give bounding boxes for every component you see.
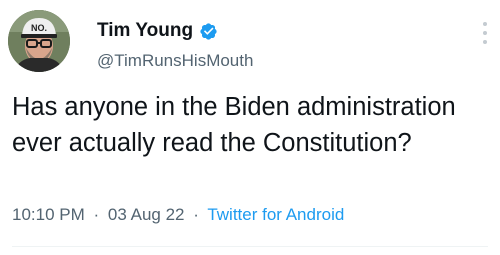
avatar[interactable]: NO.	[8, 10, 70, 72]
tweet-date[interactable]: 03 Aug 22	[108, 205, 185, 224]
author-display-name[interactable]: Tim Young	[97, 20, 193, 42]
avatar-cap-text: NO.	[31, 23, 47, 33]
tweet-text: Has anyone in the Biden administration e…	[12, 93, 456, 157]
more-dot	[483, 22, 487, 26]
tweet-source-link[interactable]: Twitter for Android	[207, 205, 344, 224]
more-options-icon[interactable]	[482, 22, 488, 44]
divider	[12, 246, 488, 247]
tweet-card: NO. Tim Young @TimRunsHisMouth Has anyon…	[0, 0, 500, 255]
author-handle[interactable]: @TimRunsHisMouth	[97, 51, 253, 71]
more-dot	[483, 40, 487, 44]
verified-badge-icon	[200, 22, 217, 40]
author-name-row: Tim Young	[97, 20, 218, 42]
meta-separator: ·	[193, 205, 199, 224]
meta-separator: ·	[93, 205, 100, 224]
more-dot	[483, 31, 487, 35]
tweet-meta: 10:10 PM · 03 Aug 22 · Twitter for Andro…	[12, 205, 344, 225]
avatar-photo: NO.	[8, 10, 70, 72]
tweet-time[interactable]: 10:10 PM	[12, 205, 85, 224]
